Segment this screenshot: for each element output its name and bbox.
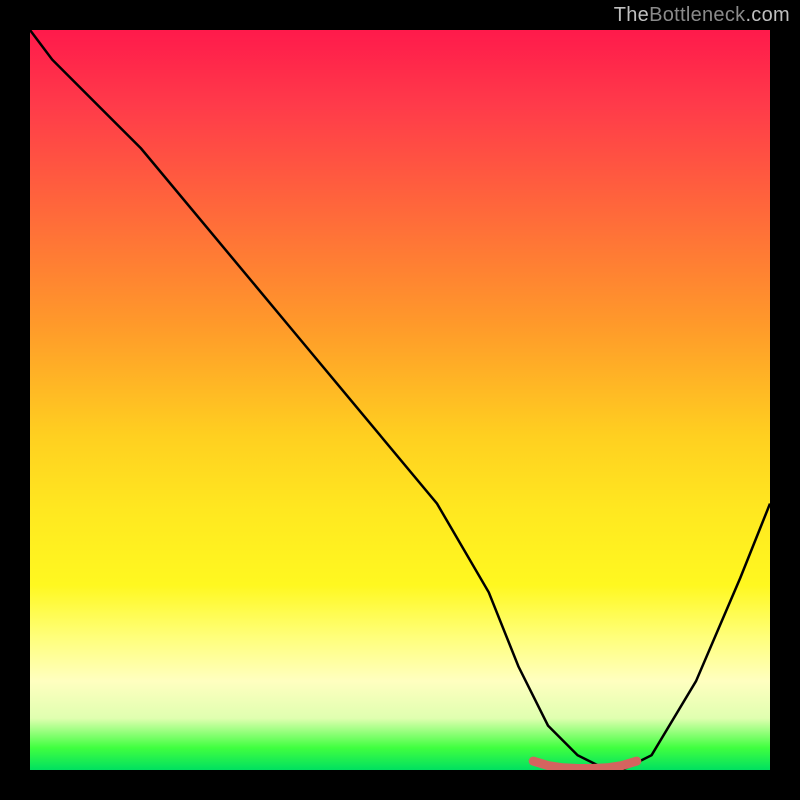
watermark-prefix: The — [614, 4, 649, 26]
watermark: TheBottleneck.com — [614, 4, 790, 27]
watermark-mid: Bottleneck — [649, 4, 745, 26]
plot-area — [30, 30, 770, 770]
watermark-suffix: .com — [745, 4, 790, 26]
chart-frame: TheBottleneck.com — [0, 0, 800, 800]
optimal-band — [533, 761, 637, 768]
bottleneck-curve — [30, 30, 770, 770]
curve-layer — [30, 30, 770, 770]
